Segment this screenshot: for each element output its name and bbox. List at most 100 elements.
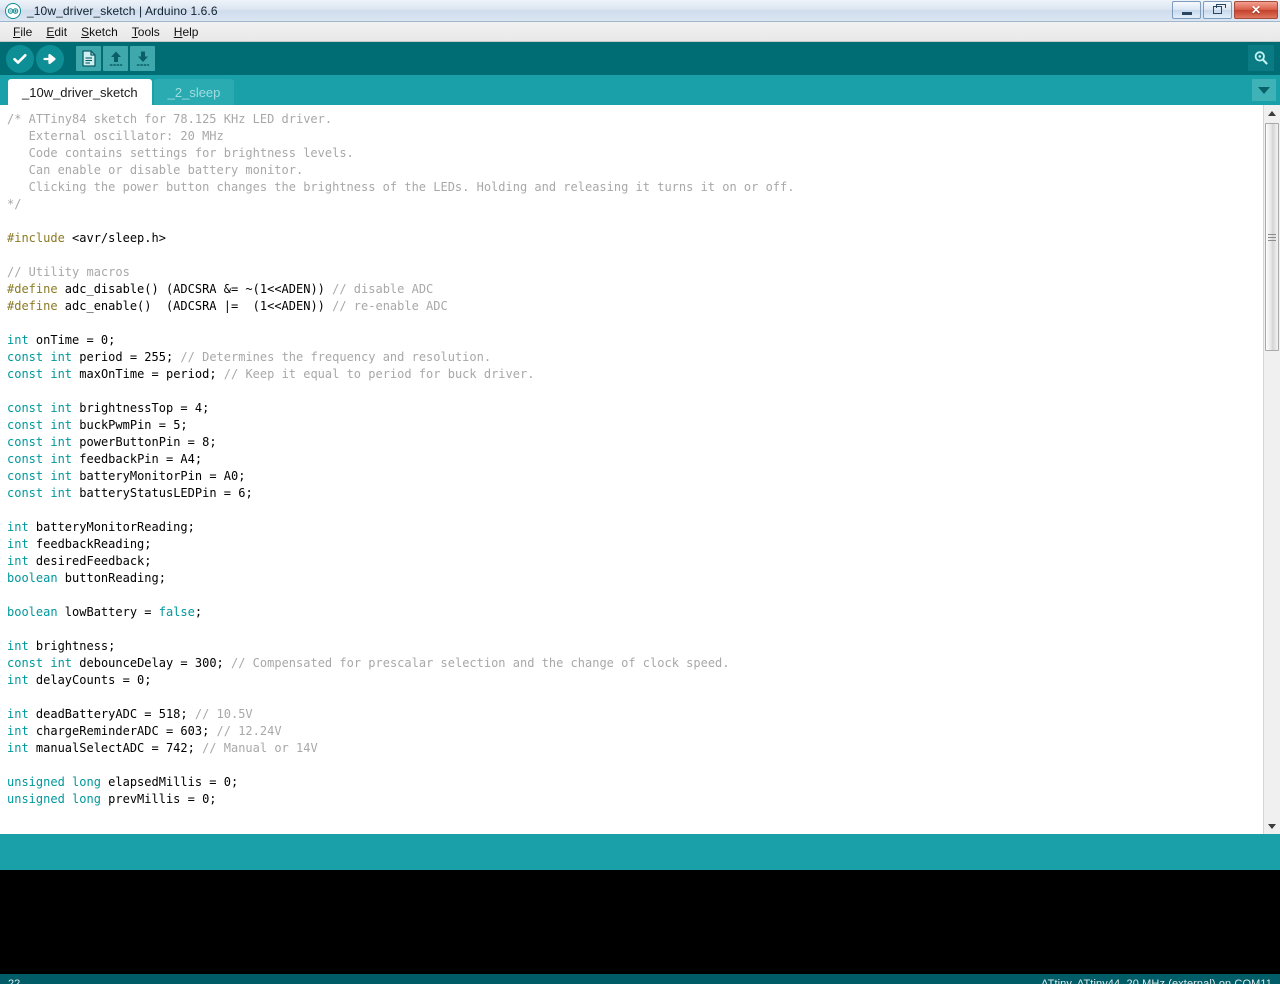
code-token: long [72, 792, 101, 806]
code-token: adc_enable() (ADCSRA |= (1<<ADEN)) [57, 299, 333, 313]
tab-label: _10w_driver_sketch [22, 84, 138, 100]
arrow-up-icon [109, 51, 122, 66]
code-token: const [7, 486, 44, 500]
code-token: boolean [7, 571, 58, 585]
code-line: const int feedbackPin = A4; [7, 451, 1263, 468]
code-token: prevMillis = 0; [100, 792, 217, 806]
code-token: int [7, 537, 29, 551]
tab-2-sleep[interactable]: _2_sleep [153, 79, 235, 105]
tab-dropdown-button[interactable] [1252, 79, 1276, 101]
code-line: int chargeReminderADC = 603; // 12.24V [7, 723, 1263, 740]
menu-tools[interactable]: Tools [125, 23, 167, 41]
code-line: Code contains settings for brightness le… [7, 145, 1263, 162]
code-line: int deadBatteryADC = 518; // 10.5V [7, 706, 1263, 723]
tab-label: _2_sleep [167, 84, 221, 100]
code-token: #define [7, 299, 58, 313]
code-line: int manualSelectADC = 742; // Manual or … [7, 740, 1263, 757]
code-token: buttonReading; [57, 571, 166, 585]
code-token: feedbackPin = A4; [72, 452, 203, 466]
code-token: const [7, 656, 44, 670]
scroll-up-button[interactable] [1264, 105, 1280, 121]
code-token: const [7, 401, 44, 415]
scrollbar-thumb[interactable] [1265, 123, 1279, 351]
code-token: int [50, 350, 73, 364]
code-token: Can enable or disable battery monitor. [7, 163, 304, 177]
code-token: <avr/sleep.h> [64, 231, 166, 245]
menu-help[interactable]: Help [167, 23, 206, 41]
code-line: boolean buttonReading; [7, 570, 1263, 587]
scroll-down-button[interactable] [1264, 818, 1280, 834]
code-token: brightnessTop = 4; [72, 401, 210, 415]
restore-button[interactable] [1203, 1, 1232, 19]
code-line: const int brightnessTop = 4; [7, 400, 1263, 417]
title-bar: _10w_driver_sketch | Arduino 1.6.6 ✕ [0, 0, 1280, 22]
restore-icon [1213, 4, 1226, 14]
code-token: #define [7, 282, 58, 296]
save-button[interactable] [130, 46, 155, 71]
upload-button[interactable] [36, 44, 64, 73]
serial-monitor-button[interactable] [1248, 45, 1274, 71]
code-token: int [50, 469, 73, 483]
menu-file[interactable]: File [6, 23, 39, 41]
code-token: batteryStatusLEDPin = 6; [72, 486, 253, 500]
open-button[interactable] [103, 46, 128, 71]
menu-edit[interactable]: Edit [39, 23, 74, 41]
code-line: External oscillator: 20 MHz [7, 128, 1263, 145]
code-token: int [7, 520, 29, 534]
code-line: int feedbackReading; [7, 536, 1263, 553]
code-token: /* ATTiny84 sketch for 78.125 KHz LED dr… [7, 112, 333, 126]
minimize-button[interactable] [1172, 1, 1201, 19]
verify-button[interactable] [6, 44, 34, 73]
code-token: int [50, 418, 73, 432]
magnifier-icon [1254, 51, 1268, 65]
new-button[interactable] [76, 46, 101, 71]
code-token: feedbackReading; [28, 537, 152, 551]
code-line: const int period = 255; // Determines th… [7, 349, 1263, 366]
code-token: elapsedMillis = 0; [100, 775, 239, 789]
code-token: false [158, 605, 195, 619]
scrollbar-grip-icon [1268, 232, 1276, 243]
menu-tools-label: ools [137, 24, 160, 39]
code-token: Clicking the power button changes the br… [7, 180, 795, 194]
code-token: #include [7, 231, 65, 245]
code-token: long [72, 775, 101, 789]
close-button[interactable]: ✕ [1234, 1, 1278, 19]
code-editor[interactable]: /* ATTiny84 sketch for 78.125 KHz LED dr… [0, 105, 1263, 834]
code-token: unsigned [7, 792, 65, 806]
code-token: External oscillator: 20 MHz [7, 129, 224, 143]
code-line: const int powerButtonPin = 8; [7, 434, 1263, 451]
code-token: // Keep it equal to period for buck driv… [223, 367, 535, 381]
triangle-up-icon [1268, 110, 1276, 116]
code-token: int [7, 707, 29, 721]
arrow-down-icon [136, 51, 149, 66]
code-token: delayCounts = 0; [28, 673, 152, 687]
tab-strip: _10w_driver_sketch _2_sleep [0, 75, 1280, 105]
code-line: unsigned long prevMillis = 0; [7, 791, 1263, 808]
code-line: #define adc_disable() (ADCSRA &= ~(1<<AD… [7, 281, 1263, 298]
code-token: lowBattery = [57, 605, 159, 619]
line-number-indicator: 22 [8, 978, 21, 984]
code-token: int [7, 673, 29, 687]
code-line: // Utility macros [7, 264, 1263, 281]
code-token: int [7, 554, 29, 568]
tab-10w-driver-sketch[interactable]: _10w_driver_sketch [8, 79, 152, 105]
code-token: maxOnTime = period; [72, 367, 224, 381]
code-line: const int batteryStatusLEDPin = 6; [7, 485, 1263, 502]
menu-sketch[interactable]: Sketch [74, 23, 125, 41]
editor-vertical-scrollbar[interactable] [1263, 105, 1280, 834]
code-token: buckPwmPin = 5; [72, 418, 188, 432]
code-token: int [50, 367, 73, 381]
status-bar: 22 ATtiny, ATtiny44, 20 MHz (external) o… [0, 974, 1280, 984]
editor-area: /* ATTiny84 sketch for 78.125 KHz LED dr… [0, 105, 1280, 834]
code-token: // 12.24V [216, 724, 282, 738]
code-token: manualSelectADC = 742; [28, 741, 203, 755]
code-line: #define adc_enable() (ADCSRA |= (1<<ADEN… [7, 298, 1263, 315]
code-line: const int batteryMonitorPin = A0; [7, 468, 1263, 485]
code-token: // Compensated for prescalar selection a… [231, 656, 730, 670]
code-token: Code contains settings for brightness le… [7, 146, 354, 160]
code-line: int onTime = 0; [7, 332, 1263, 349]
